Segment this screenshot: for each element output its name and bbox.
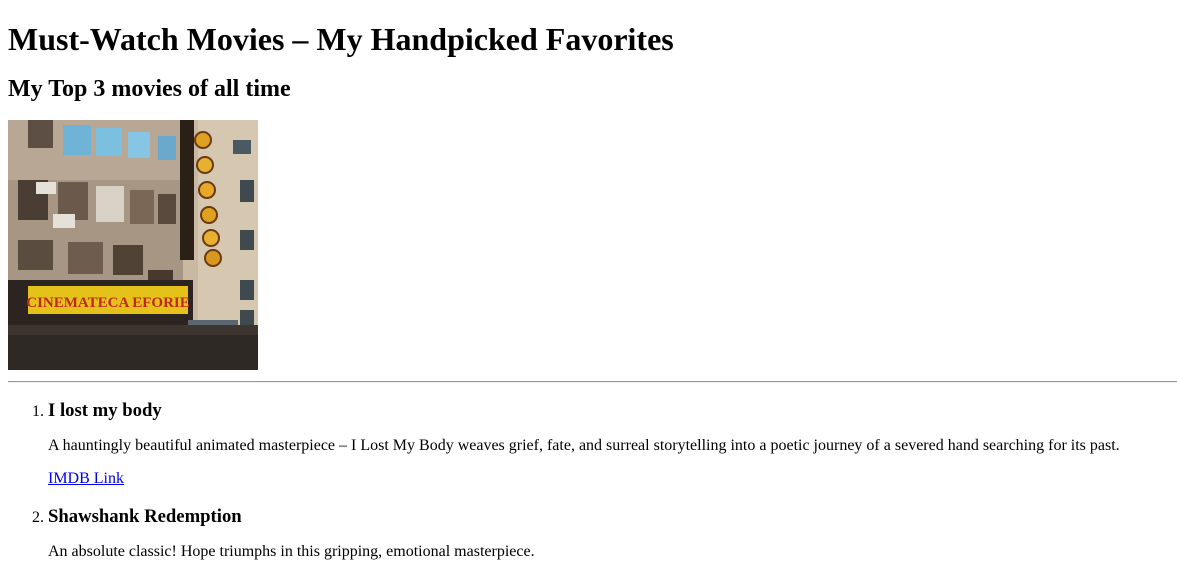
movie-title: Shawshank Redemption	[48, 506, 242, 527]
movie-title: I lost my body	[48, 400, 162, 421]
imdb-link[interactable]: IMDB Link	[48, 469, 124, 489]
cinema-photo: CINEMATECA EFORIE	[8, 120, 258, 370]
movie-description: An absolute classic! Hope triumphs in th…	[48, 543, 535, 560]
movie-item: Shawshank Redemption An absolute classic…	[48, 505, 1177, 562]
page-subtitle: My Top 3 movies of all time	[8, 76, 291, 102]
movie-description: A hauntingly beautiful animated masterpi…	[48, 437, 1120, 454]
page-body: Must-Watch Movies – My Handpicked Favori…	[0, 21, 1177, 562]
movie-item: I lost my body A hauntingly beautiful an…	[48, 399, 1177, 489]
movie-list: I lost my body A hauntingly beautiful an…	[8, 399, 1177, 562]
page-title: Must-Watch Movies – My Handpicked Favori…	[8, 21, 674, 57]
section-divider	[8, 381, 1177, 383]
cinema-sign-text: CINEMATECA EFORIE	[26, 295, 190, 311]
